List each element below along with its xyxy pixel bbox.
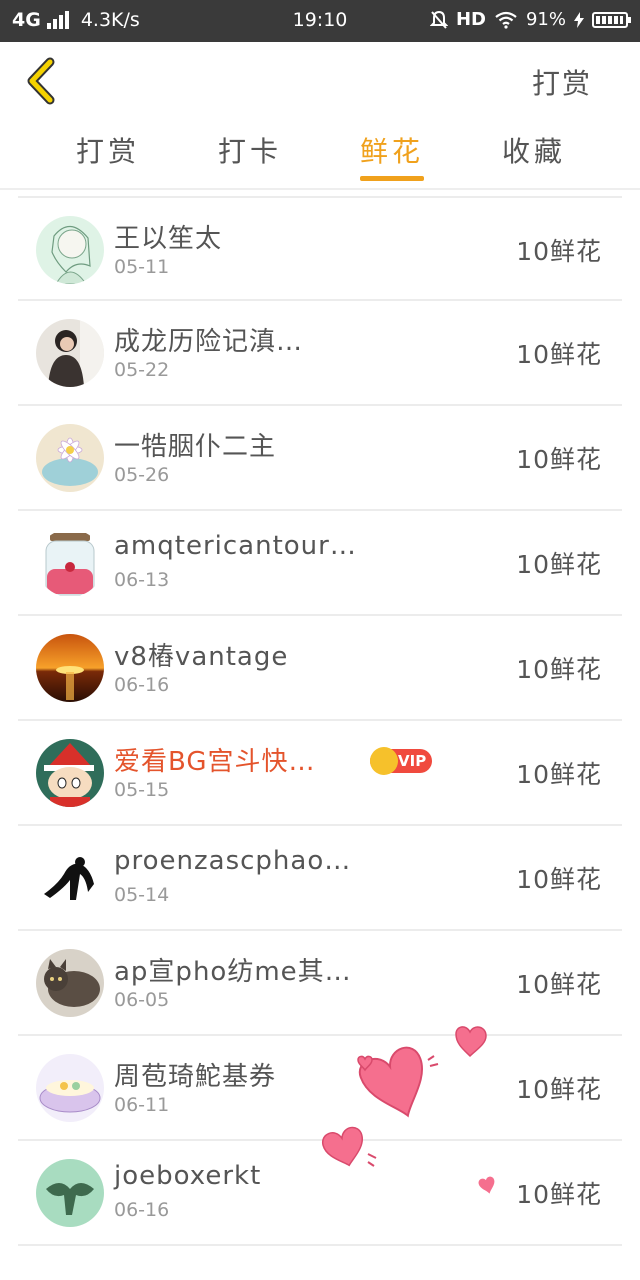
wifi-icon [495,11,517,29]
user-name: 成龙历险记滇… [114,327,304,357]
user-name: proenzascphao… [114,846,352,876]
status-right: HD 91% [429,9,631,30]
avatar[interactable] [36,529,104,597]
avatar[interactable] [36,844,104,912]
date: 06-05 [114,989,170,1011]
header: 打赏 打赏 打卡 鲜花 收藏 [0,42,640,190]
avatar[interactable] [36,1159,104,1227]
flower-amount: 10鲜花 [516,1180,602,1209]
avatar[interactable] [36,424,104,492]
user-name: 王以笙太 [114,224,223,254]
reward-action-button[interactable]: 打赏 [532,62,592,102]
vip-badge: VIP [370,747,433,775]
status-bar: 4G 4.3K/s 19:10 HD 91% [0,0,640,42]
avatar[interactable] [36,1054,104,1122]
flower-amount: 10鲜花 [516,550,602,579]
user-name: 爱看BG宫斗快… [114,747,316,777]
user-name: amqtericantour… [114,531,357,561]
flower-amount: 10鲜花 [516,237,602,266]
date: 05-15 [114,779,170,801]
charging-icon [574,11,584,28]
flower-amount: 10鲜花 [516,340,602,369]
date: 05-11 [114,256,170,278]
crown-icon [370,747,398,775]
list-item[interactable]: proenzascphao… 05-14 10鲜花 [18,826,622,931]
list-item[interactable]: ap宣pho纺me其… 06-05 10鲜花 [18,931,622,1036]
flower-amount: 10鲜花 [516,1075,602,1104]
list-item[interactable]: 王以笙太 05-11 10鲜花 [18,196,622,301]
tab-checkin[interactable]: 打卡 [190,130,310,170]
flower-amount: 10鲜花 [516,970,602,999]
list-item[interactable]: v8樁vantage 06-16 10鲜花 [18,616,622,721]
tab-reward[interactable]: 打赏 [48,130,168,170]
avatar[interactable] [36,319,104,387]
list-item[interactable]: 一牿胭仆二主 05-26 10鲜花 [18,406,622,511]
list-item[interactable]: 周苞琦鮀基券 06-11 10鲜花 [18,1036,622,1141]
flower-amount: 10鲜花 [516,655,602,684]
back-button[interactable] [22,56,66,106]
back-arrow-icon [27,57,55,105]
date: 05-22 [114,359,170,381]
mute-bell-icon [429,10,448,29]
user-name: joeboxerkt [114,1161,262,1191]
date: 06-16 [114,1199,170,1221]
flower-amount: 10鲜花 [516,445,602,474]
battery-icon [592,11,631,28]
user-name: v8樁vantage [114,642,289,672]
date: 05-14 [114,884,170,906]
small-heart-icon [478,1176,495,1194]
date: 06-16 [114,674,170,696]
list-item[interactable]: joeboxerkt 06-16 10鲜花 [18,1141,622,1246]
date: 06-13 [114,569,170,591]
active-tab-indicator [360,176,424,181]
flower-list: 王以笙太 05-11 10鲜花 成龙历险记滇… 05-22 10鲜花 一牿胭仆二… [0,196,640,1246]
list-item[interactable]: amqtericantour… 06-13 10鲜花 [18,511,622,616]
tab-favorites[interactable]: 收藏 [474,130,594,170]
user-name: 一牿胭仆二主 [114,432,277,462]
tab-bar: 打赏 打卡 鲜花 收藏 [0,130,640,188]
user-name: 周苞琦鮀基券 [114,1062,277,1092]
battery-percent: 91% [525,9,566,30]
date: 06-11 [114,1094,170,1116]
avatar[interactable] [36,949,104,1017]
flower-amount: 10鲜花 [516,865,602,894]
avatar[interactable] [36,216,104,284]
list-item[interactable]: 成龙历险记滇… 05-22 10鲜花 [18,301,622,406]
avatar[interactable] [36,739,104,807]
list-item[interactable]: 爱看BG宫斗快… VIP 05-15 10鲜花 [18,721,622,826]
hd-indicator: HD [455,9,486,30]
user-name: ap宣pho纺me其… [114,957,352,987]
date: 05-26 [114,464,170,486]
avatar[interactable] [36,634,104,702]
flower-amount: 10鲜花 [516,760,602,789]
tab-flowers[interactable]: 鲜花 [332,130,452,170]
